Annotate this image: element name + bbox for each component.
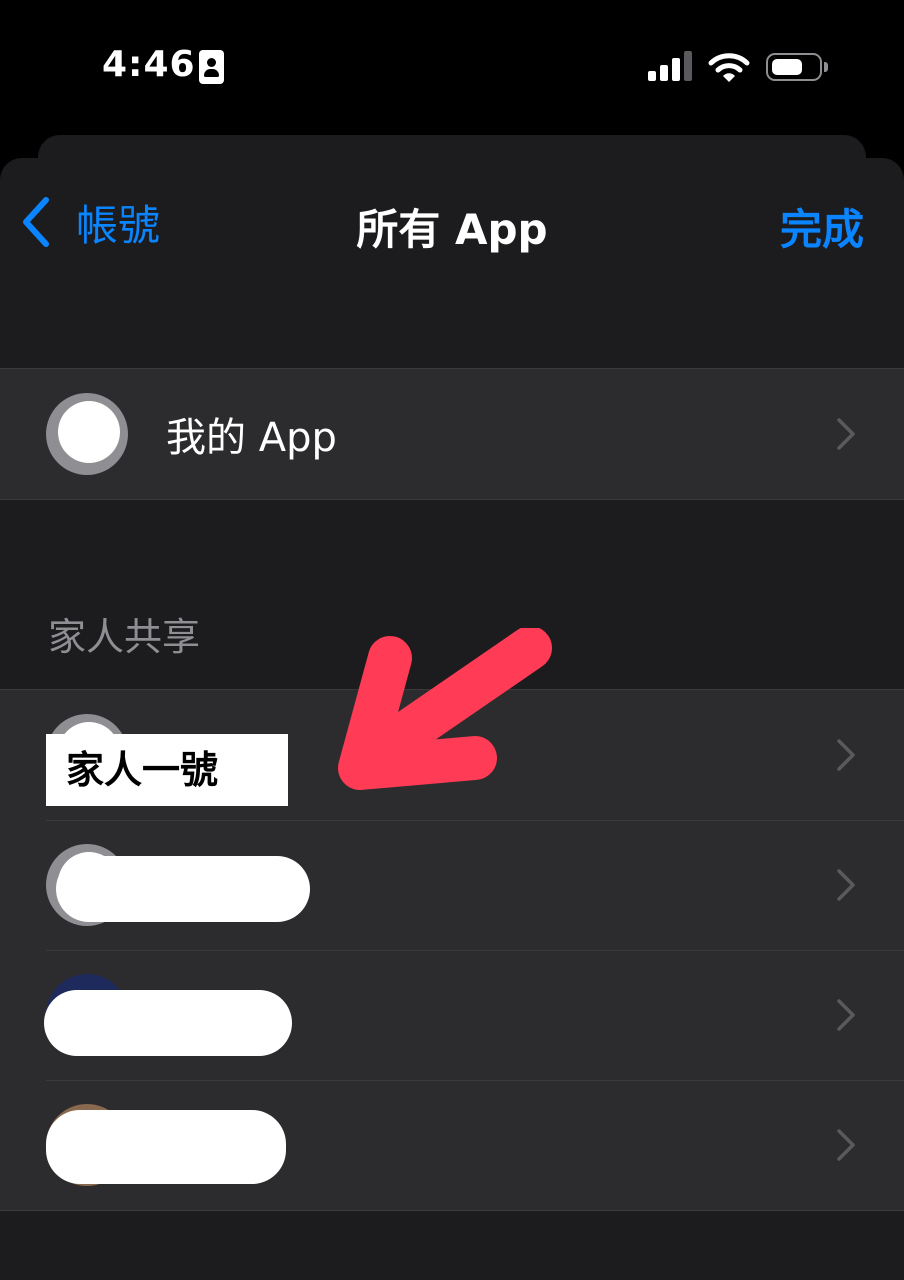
- family-member-name: 家人一號: [46, 734, 288, 806]
- all-apps-sheet: 帳號 所有 App 完成 我的 App 家人共享 家人一號: [0, 158, 904, 1280]
- my-apps-label: 我的 App: [166, 415, 337, 461]
- contact-card-icon: [199, 50, 224, 84]
- battery-cap: [824, 62, 828, 72]
- my-apps-group: 我的 App: [0, 368, 904, 500]
- cellular-signal-icon: [648, 51, 694, 81]
- navigation-bar: 帳號 所有 App 完成: [0, 158, 904, 278]
- chevron-right-icon: [837, 418, 855, 450]
- chevron-right-icon: [837, 999, 855, 1031]
- status-time: 4:46: [102, 44, 196, 85]
- family-member-row[interactable]: [0, 950, 904, 1080]
- arrow-annotation: [338, 628, 552, 790]
- wifi-icon: [708, 53, 750, 82]
- page-title: 所有 App: [356, 205, 548, 254]
- battery-level: [772, 59, 802, 75]
- done-button[interactable]: 完成: [780, 196, 864, 257]
- my-apps-row[interactable]: 我的 App: [0, 369, 904, 499]
- avatar: [46, 393, 128, 475]
- redacted-name: [56, 856, 310, 922]
- family-member-row[interactable]: [0, 1080, 904, 1210]
- chevron-right-icon: [837, 739, 855, 771]
- status-bar: 4:46: [0, 0, 904, 135]
- redacted-name: [44, 990, 292, 1056]
- family-sharing-header: 家人共享: [48, 615, 201, 659]
- chevron-right-icon: [837, 869, 855, 901]
- battery-icon: [766, 53, 822, 81]
- family-member-row[interactable]: [0, 820, 904, 950]
- chevron-right-icon: [837, 1129, 855, 1161]
- redacted-name: [46, 1110, 286, 1184]
